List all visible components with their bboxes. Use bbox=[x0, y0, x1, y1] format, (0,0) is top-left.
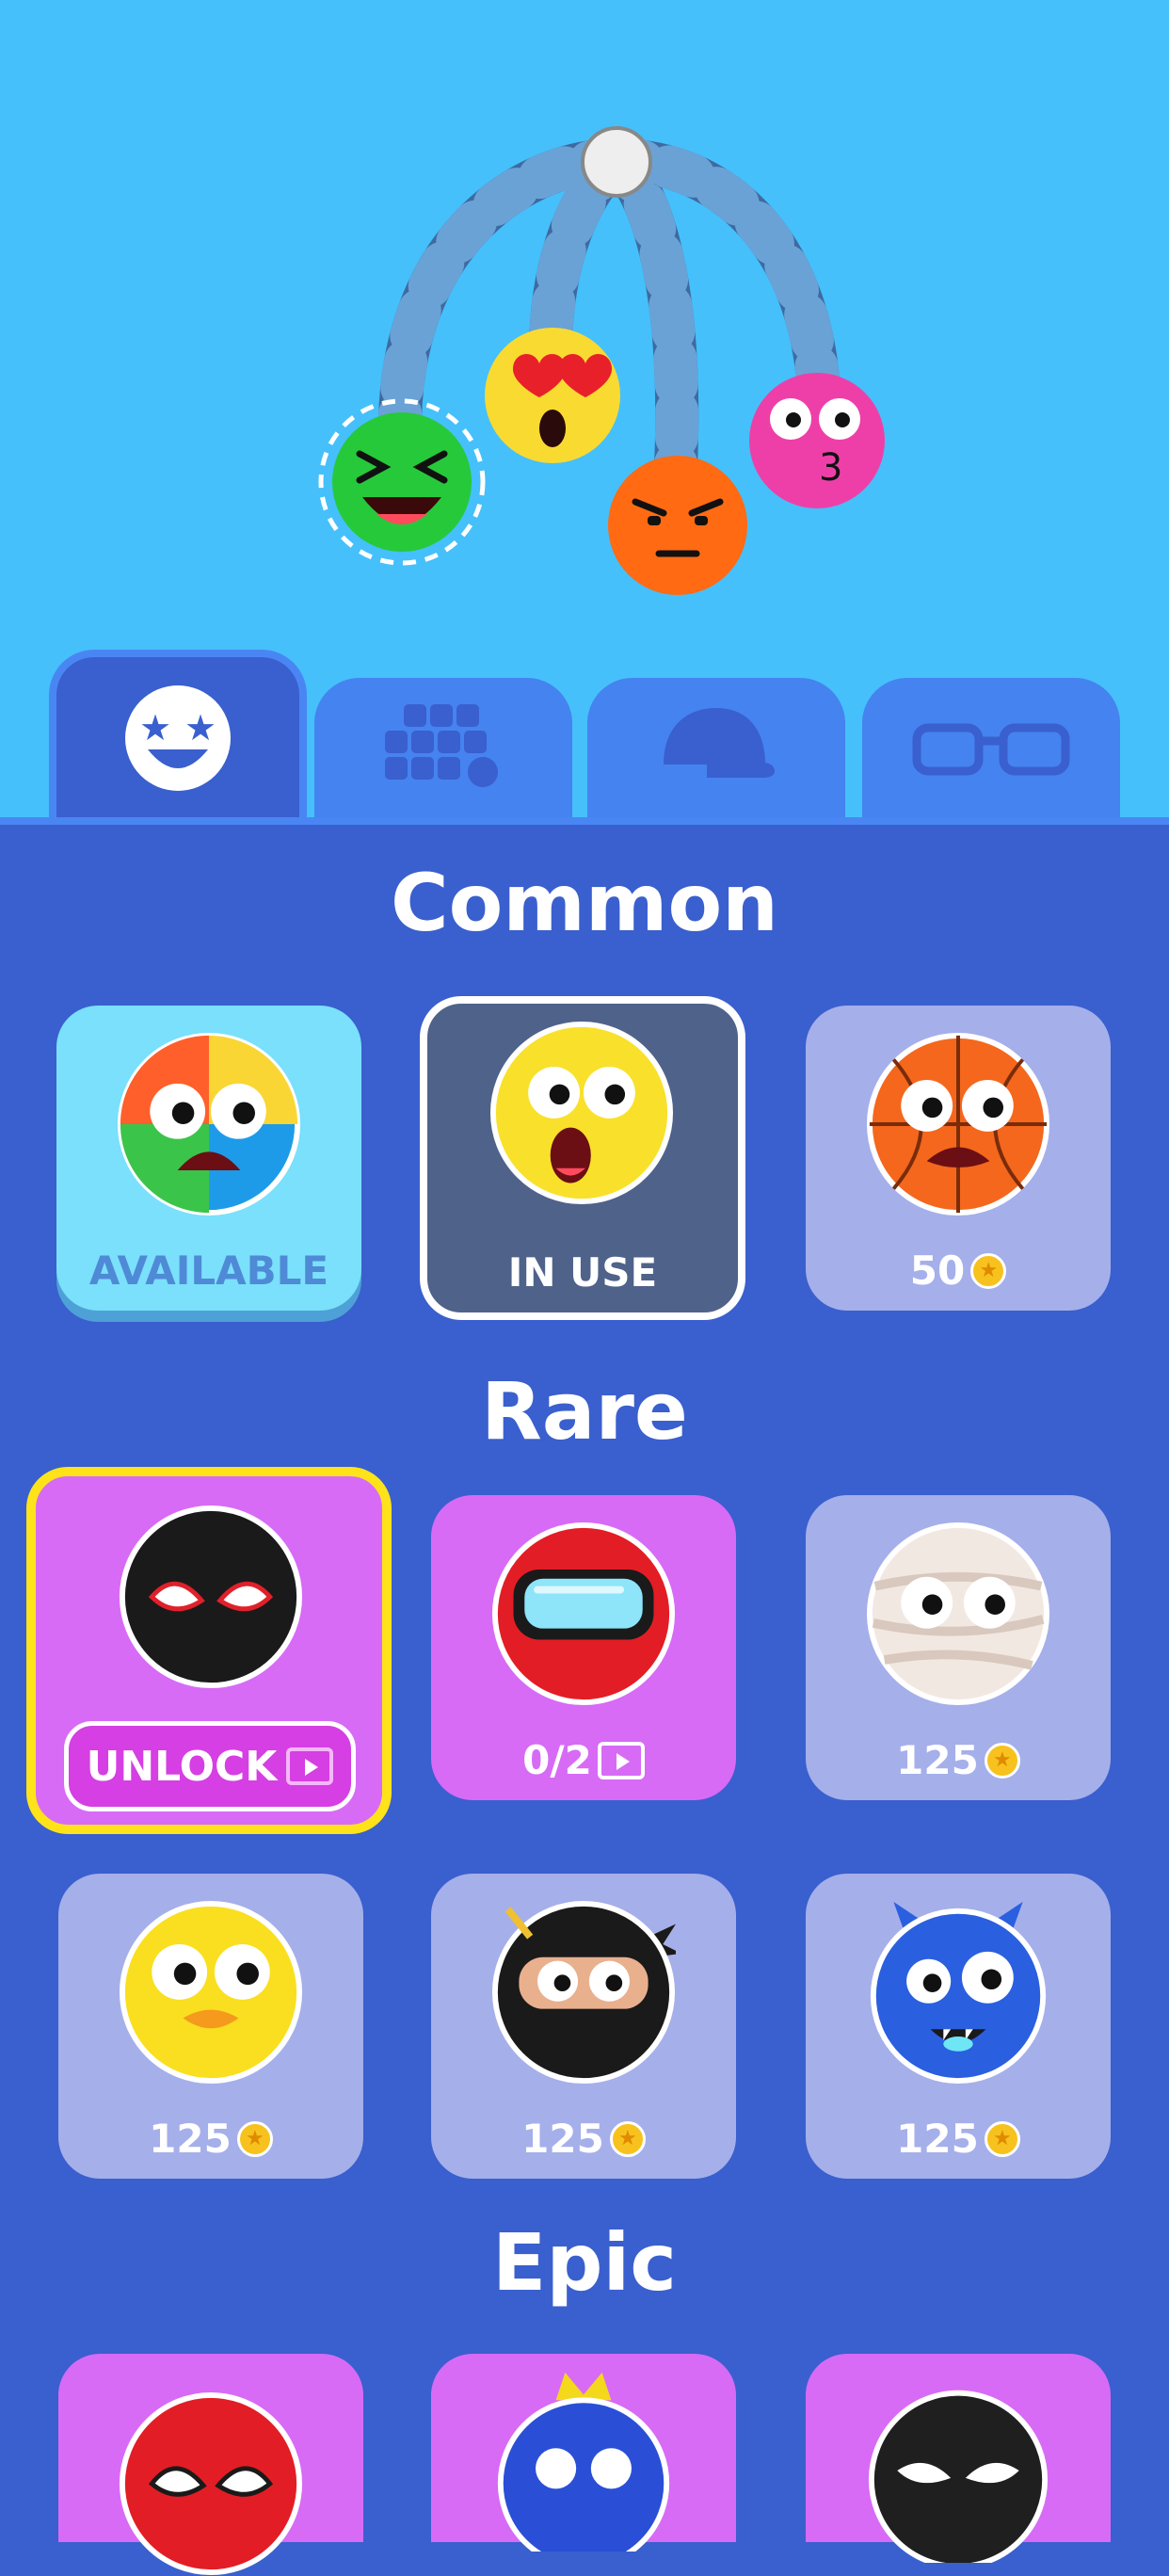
item-card-duck[interactable]: 125 bbox=[58, 1874, 363, 2179]
section-title-common: Common bbox=[391, 857, 778, 949]
tab-faces[interactable]: ★ ★ bbox=[49, 650, 307, 819]
item-card-in-use[interactable]: IN USE bbox=[420, 996, 745, 1320]
video-icon bbox=[286, 1747, 334, 1785]
svg-text:3: 3 bbox=[819, 446, 842, 490]
mummy-face-icon bbox=[866, 1521, 1050, 1706]
tab-patterns[interactable] bbox=[314, 678, 572, 819]
item-card-spider-mask[interactable]: UNLOCK bbox=[26, 1467, 392, 1834]
item-card-venom[interactable] bbox=[806, 2354, 1111, 2563]
pink-kissing-face-icon: 3 bbox=[749, 373, 885, 508]
item-card-basketball[interactable]: 50 bbox=[806, 1006, 1111, 1311]
price-label: 125 bbox=[431, 2116, 736, 2162]
svg-text:★: ★ bbox=[139, 707, 171, 749]
beach-ball-face-icon bbox=[117, 1032, 301, 1216]
price-label: 125 bbox=[806, 2116, 1111, 2162]
heart-eyes-face-icon bbox=[485, 328, 620, 463]
blue-monster-face-icon bbox=[870, 1901, 1047, 2085]
tab-glasses[interactable] bbox=[862, 678, 1120, 819]
character-preview: 3 bbox=[318, 126, 885, 595]
section-title-rare: Rare bbox=[481, 1365, 688, 1457]
section-title-epic: Epic bbox=[491, 2216, 678, 2309]
coin-icon bbox=[609, 2120, 646, 2157]
available-label: AVAILABLE bbox=[88, 1248, 329, 1294]
cap-icon bbox=[664, 708, 776, 778]
price-label: 125 bbox=[58, 2116, 363, 2162]
coin-icon bbox=[984, 2120, 1020, 2157]
coin-icon bbox=[984, 1742, 1020, 1779]
spider-mask-face-icon bbox=[119, 1505, 303, 1689]
video-icon bbox=[597, 1741, 645, 1779]
item-card-mummy[interactable]: 125 bbox=[806, 1495, 1111, 1800]
venom-face-icon bbox=[868, 2390, 1049, 2563]
price-label: 125 bbox=[806, 1737, 1111, 1783]
top-area: 3 ★ ★ bbox=[0, 0, 1169, 819]
svg-text:★: ★ bbox=[184, 707, 216, 749]
item-card-blue-monster[interactable]: 125 bbox=[806, 1874, 1111, 2179]
glasses-icon bbox=[912, 723, 1070, 776]
duck-face-icon bbox=[119, 1900, 303, 2085]
price-label: 50 bbox=[806, 1248, 1111, 1294]
category-tabs: ★ ★ bbox=[0, 650, 1169, 819]
item-card-blue-king[interactable] bbox=[431, 2354, 736, 2552]
shocked-yellow-face-icon bbox=[489, 1021, 674, 1205]
ninja-face-icon bbox=[491, 1900, 676, 2085]
item-card-available[interactable]: AVAILABLE bbox=[56, 1006, 361, 1311]
coin-icon bbox=[970, 1252, 1007, 1289]
basketball-face-icon bbox=[866, 1032, 1050, 1216]
item-card-ninja[interactable]: 125 bbox=[431, 1874, 736, 2179]
angry-face-icon bbox=[608, 456, 747, 595]
star-eyes-face-icon: ★ ★ bbox=[125, 685, 231, 791]
goggles-face-icon bbox=[491, 1521, 676, 1706]
video-progress-label: 0/2 bbox=[431, 1737, 736, 1783]
red-spider-mask-face-icon bbox=[119, 2391, 303, 2576]
coin-icon bbox=[236, 2120, 273, 2157]
unlock-button[interactable]: UNLOCK bbox=[64, 1721, 356, 1811]
green-laughing-face-icon bbox=[318, 398, 486, 566]
item-card-goggles[interactable]: 0/2 bbox=[431, 1495, 736, 1800]
tab-hats[interactable] bbox=[587, 678, 845, 819]
blue-king-face-icon bbox=[497, 2372, 670, 2552]
pattern-grid-icon bbox=[385, 704, 498, 787]
in-use-label: IN USE bbox=[507, 1249, 658, 1296]
item-card-red-spider[interactable] bbox=[58, 2354, 363, 2576]
